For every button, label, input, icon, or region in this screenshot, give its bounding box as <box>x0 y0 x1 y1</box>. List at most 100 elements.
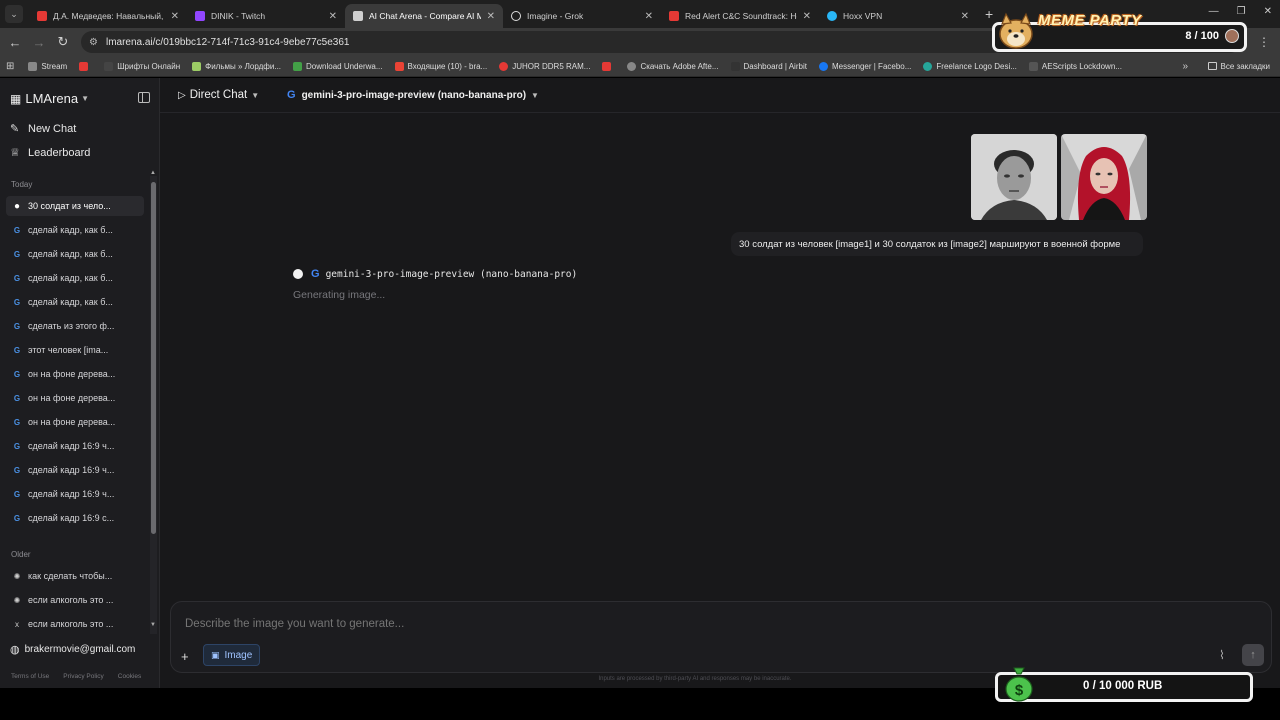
new-chat-button[interactable]: ✎ New Chat <box>10 122 76 136</box>
bookmarks-bar: ⊞ Stream Шрифты Онлайн Фильмы » Лордфи..… <box>0 56 1280 77</box>
history-item[interactable]: Gон на фоне дерева... <box>6 412 144 432</box>
bookmark[interactable]: Freelance Logo Desi... <box>923 61 1017 71</box>
browser-menu-icon[interactable]: ⋮ <box>1258 35 1270 49</box>
google-icon: G <box>13 297 21 307</box>
history-item[interactable]: Gэтот человек [ima... <box>6 340 144 360</box>
restore-icon[interactable]: ❐ <box>1237 6 1246 17</box>
scroll-up-icon[interactable]: ▲ <box>150 170 156 176</box>
openai-icon: ✺ <box>13 595 21 605</box>
history-item[interactable]: Gсделай кадр, как б... <box>6 220 144 240</box>
grok-icon <box>511 11 521 21</box>
bookmark[interactable]: Фильмы » Лордфи... <box>192 61 281 71</box>
bookmark[interactable]: Скачать Adobe Afte... <box>627 61 719 71</box>
twitch-icon <box>195 11 205 21</box>
more-bookmarks-icon[interactable]: » <box>1182 61 1188 72</box>
history-item[interactable]: Gсделай кадр 16:9 с... <box>6 508 144 528</box>
google-icon: G <box>13 225 21 235</box>
image-mode-toggle[interactable]: ▣ Image <box>203 644 261 666</box>
privacy-link[interactable]: Privacy Policy <box>63 673 103 680</box>
close-tab-icon[interactable]: ✕ <box>803 11 811 22</box>
back-icon[interactable]: ← <box>3 35 27 50</box>
terms-link[interactable]: Terms of Use <box>11 673 49 680</box>
history-item[interactable]: Gсделай кадр 16:9 ч... <box>6 436 144 456</box>
close-tab-icon[interactable]: ✕ <box>171 11 179 22</box>
send-button[interactable]: ↑ <box>1242 644 1264 666</box>
tab-search-icon[interactable]: ⌄ <box>5 5 23 23</box>
bookmark[interactable]: JUHOR DDR5 RAM... <box>499 61 590 71</box>
brand-menu[interactable]: ▦ LMArena ▼ <box>10 91 89 106</box>
bookmark[interactable]: Stream <box>28 61 67 71</box>
bookmark[interactable] <box>79 61 92 71</box>
cookies-link[interactable]: Cookies <box>118 673 141 680</box>
prompt-input[interactable] <box>185 618 1085 630</box>
browser-tab[interactable]: Д.А. Медведев: Навальный, юр ✕ <box>29 4 187 28</box>
history-item[interactable]: ✺ как сделать чтобы... <box>6 566 144 586</box>
close-window-icon[interactable]: ✕ <box>1264 6 1272 17</box>
history-item[interactable]: Gон на фоне дерева... <box>6 364 144 384</box>
bookmark-icon <box>730 61 740 71</box>
history-item[interactable]: Gсделай кадр, как б... <box>6 292 144 312</box>
bookmark-icon <box>499 61 509 71</box>
bookmark-icon <box>293 61 303 71</box>
close-tab-icon[interactable]: ✕ <box>487 11 495 22</box>
bookmark-icon <box>104 61 114 71</box>
history-item[interactable]: Gсделать из этого ф... <box>6 316 144 336</box>
woman-portrait-image <box>1061 134 1147 220</box>
reload-icon[interactable]: ↻ <box>51 34 75 50</box>
attached-image-2[interactable] <box>1061 134 1147 220</box>
google-icon: G <box>13 345 21 355</box>
leaderboard-link[interactable]: ♕ Leaderboard <box>10 146 90 160</box>
attached-image-1[interactable] <box>971 134 1057 220</box>
bookmark[interactable]: Messenger | Facebo... <box>818 61 911 71</box>
sidebar-scroll-thumb[interactable] <box>151 182 156 534</box>
browser-tab[interactable]: Imagine - Grok ✕ <box>503 4 661 28</box>
minimize-icon[interactable]: — <box>1209 6 1219 17</box>
forward-icon[interactable]: → <box>27 35 51 50</box>
history-item[interactable]: Gсделай кадр 16:9 ч... <box>6 484 144 504</box>
tab-title: Imagine - Grok <box>527 11 584 21</box>
tab-title: DINIK - Twitch <box>211 11 266 21</box>
history-item[interactable]: ● 30 солдат из чело... <box>6 196 144 216</box>
today-label: Today <box>11 180 33 189</box>
folder-icon <box>28 61 38 71</box>
browser-tab[interactable]: DINIK - Twitch ✕ <box>187 4 345 28</box>
bookmark[interactable]: Dashboard | Airbit <box>730 61 807 71</box>
google-icon: G <box>13 273 21 283</box>
close-tab-icon[interactable]: ✕ <box>961 11 969 22</box>
site-info-icon[interactable]: ⚙ <box>89 37 98 48</box>
vpn-icon <box>827 11 837 21</box>
bookmark[interactable]: AEScripts Lockdown... <box>1028 61 1122 71</box>
history-item[interactable]: ✺ если алкоголь это ... <box>6 590 144 610</box>
chevron-down-icon: ▼ <box>81 94 90 103</box>
chat-topbar: ▷ Direct Chat ▼ G gemini-3-pro-image-pre… <box>160 78 1280 113</box>
all-bookmarks[interactable]: Все закладки <box>1207 62 1270 71</box>
bookmark[interactable] <box>602 61 615 71</box>
google-icon: G <box>287 89 296 101</box>
history-item[interactable]: Gон на фоне дерева... <box>6 388 144 408</box>
browser-tab[interactable]: Red Alert C&C Soundtrack: Hel ✕ <box>661 4 819 28</box>
add-attachment-button[interactable]: + <box>181 649 189 664</box>
bookmark[interactable]: Download Underwa... <box>293 61 383 71</box>
scroll-down-icon[interactable]: ▼ <box>150 622 156 628</box>
bookmark[interactable]: Шрифты Онлайн <box>104 61 180 71</box>
history-item[interactable]: x если алкоголь это ... <box>6 614 144 634</box>
browser-tab-active[interactable]: AI Chat Arena - Compare AI Mo ✕ <box>345 4 503 28</box>
close-tab-icon[interactable]: ✕ <box>329 11 337 22</box>
meme-party-title: MEME PARTY <box>1038 12 1142 29</box>
footer-links: Terms of Use Privacy Policy Cookies <box>11 673 141 680</box>
sidebar-collapse-icon[interactable] <box>138 92 150 103</box>
model-selector[interactable]: G gemini-3-pro-image-preview (nano-banan… <box>287 89 539 101</box>
mode-selector[interactable]: ▷ Direct Chat ▼ <box>178 89 259 101</box>
account-menu[interactable]: ◍ brakermovie@gmail.com <box>10 643 135 656</box>
close-tab-icon[interactable]: ✕ <box>645 11 653 22</box>
donation-goal-text: 0 / 10 000 RUB <box>1083 680 1163 692</box>
history-item[interactable]: Gсделай кадр, как б... <box>6 244 144 264</box>
paperclip-icon[interactable]: ⌇ <box>1219 648 1225 662</box>
apps-grid-icon[interactable]: ⊞ <box>6 61 14 72</box>
meme-party-overlay: MEME PARTY 8 / 100 <box>992 12 1247 52</box>
bookmark[interactable]: Входящие (10) - bra... <box>394 61 487 71</box>
history-item[interactable]: Gсделай кадр 16:9 ч... <box>6 460 144 480</box>
chevron-down-icon: ▼ <box>531 90 539 100</box>
browser-tab[interactable]: Hoxx VPN ✕ <box>819 4 977 28</box>
history-item[interactable]: Gсделай кадр, как б... <box>6 268 144 288</box>
